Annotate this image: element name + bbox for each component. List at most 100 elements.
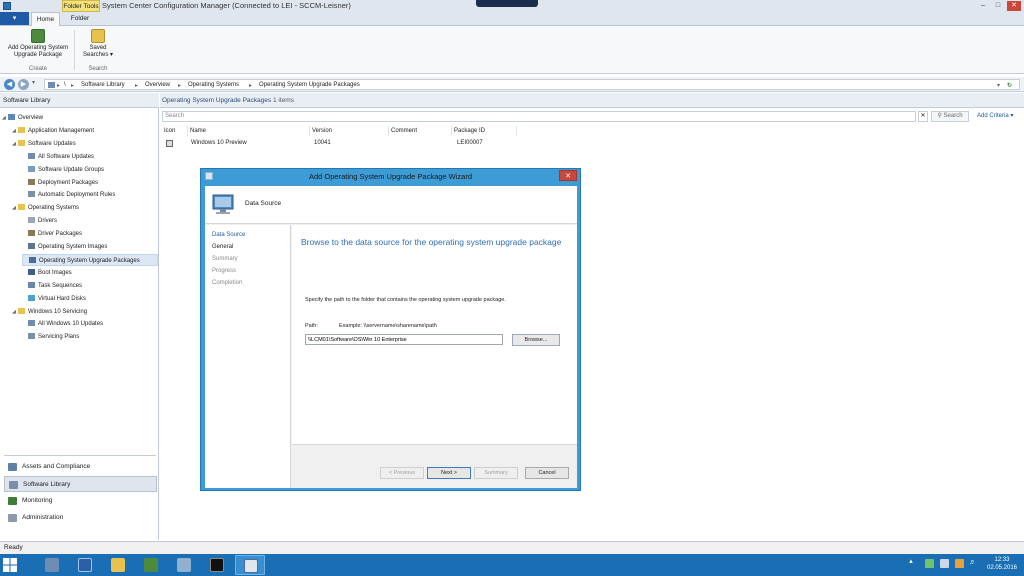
- sidebar-item-all-software-updates[interactable]: All Software Updates: [22, 151, 158, 163]
- wunderbar-monitoring[interactable]: Monitoring: [4, 493, 157, 509]
- column-header-icon[interactable]: Icon: [162, 126, 188, 136]
- next-button[interactable]: Next >: [427, 467, 471, 479]
- address-bar: ◀ ▶ ▾ ▸ \ ▸ Software Library ▸ Overview …: [0, 77, 1024, 92]
- close-button[interactable]: ✕: [1007, 1, 1021, 11]
- action-center-flag-icon[interactable]: [925, 559, 934, 568]
- wizard-banner: Data Source: [205, 186, 577, 224]
- summary-button[interactable]: Summary: [474, 467, 518, 479]
- search-clear-button[interactable]: ✕: [918, 111, 928, 122]
- breadcrumb-root[interactable]: \: [64, 82, 66, 88]
- search-input[interactable]: Search: [162, 111, 916, 122]
- column-header-version[interactable]: Version: [310, 126, 389, 136]
- show-hidden-icons-icon[interactable]: ▲: [908, 559, 917, 568]
- sidebar-item-software-updates[interactable]: ◢ Software Updates: [12, 138, 158, 150]
- sidebar-item-all-windows-10-updates[interactable]: All Windows 10 Updates: [22, 318, 158, 330]
- results-title: Operating System Upgrade Packages: [162, 97, 272, 104]
- sidebar-item-boot-images[interactable]: Boot Images: [22, 267, 158, 279]
- sidebar-item-label: Drivers: [38, 218, 57, 225]
- app-icon[interactable]: [3, 2, 11, 10]
- updates-icon: [28, 320, 35, 327]
- sidebar-item-driver-packages[interactable]: Driver Packages: [22, 228, 158, 240]
- navigation-pane-title: Software Library: [0, 93, 159, 108]
- wunderbar-administration[interactable]: Administration: [4, 510, 157, 526]
- network-icon: [144, 558, 158, 572]
- cancel-button[interactable]: Cancel: [525, 467, 569, 479]
- column-header-comment[interactable]: Comment: [389, 126, 452, 136]
- column-header-name[interactable]: Name: [188, 126, 310, 136]
- forward-button[interactable]: ▶: [18, 79, 29, 90]
- breadcrumb[interactable]: ▸ \ ▸ Software Library ▸ Overview ▸ Oper…: [44, 79, 1020, 90]
- search-button[interactable]: ⚲ Search: [931, 111, 969, 122]
- sidebar-item-application-management[interactable]: ◢ Application Management: [12, 125, 158, 137]
- column-header-package-id[interactable]: Package ID: [452, 126, 517, 136]
- windows-start-icon[interactable]: [2, 557, 18, 573]
- path-field[interactable]: [305, 334, 503, 345]
- sidebar-item-deployment-packages[interactable]: Deployment Packages: [22, 177, 158, 189]
- search-icon: ⚲: [937, 113, 942, 119]
- alert-tray-icon[interactable]: [955, 559, 964, 568]
- wunderbar-label: Monitoring: [22, 497, 53, 504]
- breadcrumb-operating-systems[interactable]: Operating Systems: [188, 82, 239, 88]
- sidebar-item-software-update-groups[interactable]: Software Update Groups: [22, 164, 158, 176]
- network-tray-icon[interactable]: [940, 559, 949, 568]
- taskbar-file-explorer[interactable]: [103, 555, 133, 575]
- history-dropdown-icon[interactable]: ▾: [32, 79, 35, 86]
- taskbar-remote-desktop[interactable]: [169, 555, 199, 575]
- wunderbar-label: Software Library: [23, 481, 71, 488]
- add-os-upgrade-package-button[interactable]: Add Operating System Upgrade Package: [3, 29, 73, 59]
- folder-icon: [18, 307, 25, 314]
- row-name: Windows 10 Preview: [191, 140, 247, 146]
- previous-button[interactable]: < Previous: [380, 467, 424, 479]
- wizard-close-button[interactable]: ✕: [559, 170, 577, 181]
- wunderbar-software-library[interactable]: Software Library: [4, 476, 157, 492]
- saved-searches-button[interactable]: Saved Searches ▾: [78, 29, 118, 59]
- file-menu-tab[interactable]: ▾: [0, 12, 29, 25]
- add-criteria-link[interactable]: Add Criteria ▾: [977, 112, 1013, 119]
- step-summary: Summary: [212, 256, 238, 262]
- taskbar-network-tool[interactable]: [136, 555, 166, 575]
- console-root-icon: [48, 82, 55, 88]
- sidebar-item-operating-systems[interactable]: ◢ Operating Systems: [12, 202, 158, 214]
- sidebar-item-label: Operating System Upgrade Packages: [39, 257, 140, 264]
- refresh-icon[interactable]: ↻: [1007, 82, 1012, 89]
- sidebar-item-drivers[interactable]: Drivers: [22, 215, 158, 227]
- wunderbar-assets-and-compliance[interactable]: Assets and Compliance: [4, 459, 157, 475]
- taskbar-configuration-manager[interactable]: [235, 555, 265, 575]
- clock[interactable]: 12:33 02.05.2016: [982, 556, 1022, 572]
- wunderbar-splitter[interactable]: [4, 455, 156, 457]
- browse-button[interactable]: Browse...: [512, 334, 560, 346]
- breadcrumb-os-upgrade-packages[interactable]: Operating System Upgrade Packages: [259, 82, 360, 88]
- speaker-icon[interactable]: ♬: [969, 559, 978, 568]
- minimize-button[interactable]: –: [976, 1, 990, 11]
- taskbar-powershell[interactable]: [70, 555, 100, 575]
- maximize-button[interactable]: □: [991, 1, 1005, 11]
- add-package-icon: [31, 29, 45, 43]
- back-button[interactable]: ◀: [4, 79, 15, 90]
- software-library-icon: [9, 481, 18, 489]
- sidebar-item-label: Operating System Images: [38, 244, 108, 250]
- breadcrumb-software-library[interactable]: Software Library: [81, 82, 125, 88]
- wizard-page-heading: Browse to the data source for the operat…: [301, 237, 562, 247]
- sidebar-item-automatic-deployment-rules[interactable]: Automatic Deployment Rules: [22, 189, 158, 201]
- results-count: 1 items: [272, 97, 294, 104]
- remote-connection-bar[interactable]: [476, 0, 538, 7]
- sidebar-item-virtual-hard-disks[interactable]: Virtual Hard Disks: [22, 293, 158, 305]
- sidebar-item-label: Application Management: [28, 127, 95, 134]
- sidebar-item-servicing-plans[interactable]: Servicing Plans: [22, 331, 158, 343]
- path-label: Path:: [305, 323, 318, 329]
- path-example: Example: \\servername\sharename\path: [339, 323, 437, 329]
- tab-home[interactable]: Home: [31, 12, 60, 26]
- sidebar-item-task-sequences[interactable]: Task Sequences: [22, 280, 158, 292]
- tab-folder[interactable]: Folder: [62, 12, 98, 26]
- breadcrumb-overview[interactable]: Overview: [145, 82, 170, 88]
- taskbar: ▲ ♬ 12:33 02.05.2016: [0, 554, 1024, 576]
- computer-icon: [212, 194, 234, 214]
- sidebar-item-overview[interactable]: ◢ Overview: [2, 112, 158, 124]
- wizard-body: Data Source Data Source General Summary …: [205, 186, 577, 488]
- sidebar-item-windows-10-servicing[interactable]: ◢ Windows 10 Servicing: [12, 306, 158, 318]
- dropdown-icon[interactable]: ▾: [997, 82, 1000, 89]
- sidebar-item-operating-system-upgrade-packages[interactable]: Operating System Upgrade Packages: [22, 253, 158, 266]
- taskbar-command-prompt[interactable]: [202, 555, 232, 575]
- taskbar-server-manager[interactable]: [37, 555, 67, 575]
- sidebar-item-operating-system-images[interactable]: Operating System Images: [22, 241, 158, 253]
